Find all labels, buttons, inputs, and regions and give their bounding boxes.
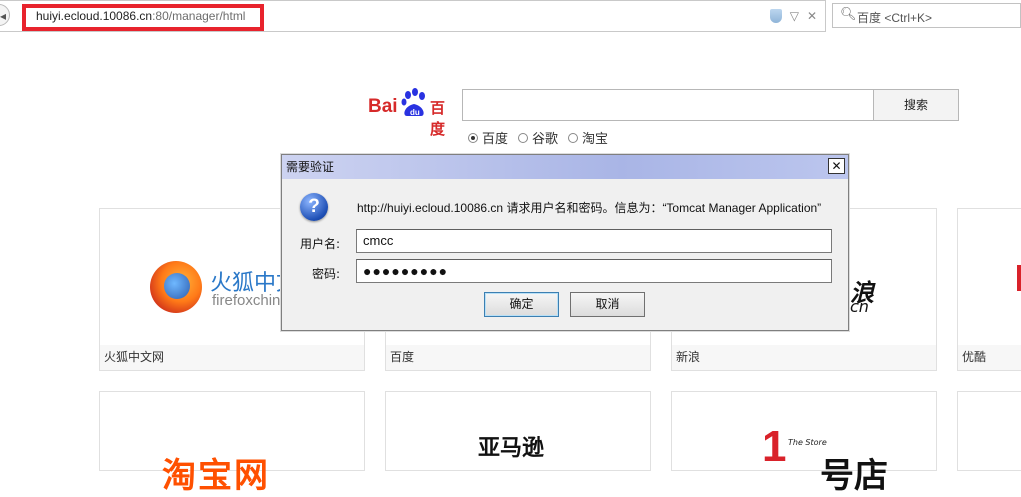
search-icon: 🔍︎: [840, 7, 857, 22]
dialog-message: http://huiyi.ecloud.10086.cn 请求用户名和密码。信息…: [357, 201, 822, 215]
baidu-logo[interactable]: Bai du 百度: [368, 88, 458, 138]
search-placeholder: 百度 <Ctrl+K>: [857, 11, 933, 25]
yhd-logo-dian: 号店: [820, 456, 888, 496]
shield-icon: [769, 9, 782, 23]
engine-google[interactable]: 谷歌: [518, 128, 558, 147]
tile-taobao[interactable]: 淘宝网: [99, 391, 365, 496]
clear-icon[interactable]: ✕: [807, 8, 817, 24]
password-input[interactable]: ●●●●●●●●●: [356, 259, 832, 283]
dropdown-arrow-icon[interactable]: ▽: [790, 8, 799, 24]
browser-search-box[interactable]: 🔍︎ 百度 <Ctrl+K>: [832, 3, 1021, 28]
tile-caption: 优酷: [958, 345, 1021, 370]
tile-caption: 百度: [386, 345, 650, 370]
engine-label-google: 谷歌: [532, 132, 559, 147]
close-icon[interactable]: ✕: [828, 158, 845, 174]
tile-caption: 新浪: [672, 345, 936, 370]
dialog-title: 需要验证: [282, 155, 848, 179]
username-input[interactable]: cmcc: [356, 229, 832, 253]
tile-caption: 火狐中文网: [100, 345, 364, 370]
back-button[interactable]: ◂: [0, 4, 10, 26]
radio-baidu[interactable]: [468, 132, 478, 143]
baidu-search-button[interactable]: 搜索: [873, 89, 959, 121]
sina-logo-sub: cn: [850, 297, 869, 316]
ok-button[interactable]: 确定: [484, 292, 559, 317]
question-icon: ?: [300, 193, 328, 221]
url-bar-icons: ▽ ✕: [769, 8, 817, 24]
address-bar[interactable]: ◂ huiyi.ecloud.10086.cn:80/manager/html …: [0, 0, 826, 32]
youku-logo-fragment: [1017, 265, 1021, 291]
yhd-logo-store: The Store: [788, 438, 827, 447]
engine-label-taobao: 淘宝: [582, 132, 609, 147]
logo-text-baidu-cn: 百度: [430, 99, 446, 138]
firefox-logo-sub: firefoxchin: [212, 292, 281, 309]
tile-yhd[interactable]: 1 The Store 号店: [671, 391, 937, 496]
logo-text-bai: Bai: [368, 96, 398, 117]
radio-google[interactable]: [518, 132, 529, 143]
firefox-icon: [150, 261, 202, 313]
engine-taobao[interactable]: 淘宝: [568, 128, 608, 147]
tile-amazon[interactable]: 亚马逊: [385, 391, 651, 471]
logo-text-du: du: [410, 108, 420, 117]
paw-icon: du: [401, 88, 425, 117]
password-label: 密码:: [311, 267, 340, 281]
username-label: 用户名:: [299, 237, 340, 251]
search-engine-options: 百度 谷歌 淘宝: [468, 128, 608, 147]
engine-baidu[interactable]: 百度: [468, 128, 508, 147]
yhd-logo-number: 1: [762, 422, 787, 471]
taobao-logo: 淘宝网: [162, 456, 270, 496]
tile-next[interactable]: [957, 391, 1021, 471]
url-highlight-box: [22, 4, 264, 31]
cancel-button[interactable]: 取消: [570, 292, 645, 317]
radio-taobao[interactable]: [568, 132, 579, 143]
engine-label-baidu: 百度: [482, 132, 509, 147]
baidu-search-input[interactable]: [462, 89, 874, 121]
amazon-logo: 亚马逊: [478, 436, 545, 461]
auth-dialog: 需要验证 ✕ ? http://huiyi.ecloud.10086.cn 请求…: [281, 154, 849, 331]
tile-youku[interactable]: 优酷: [957, 208, 1021, 371]
